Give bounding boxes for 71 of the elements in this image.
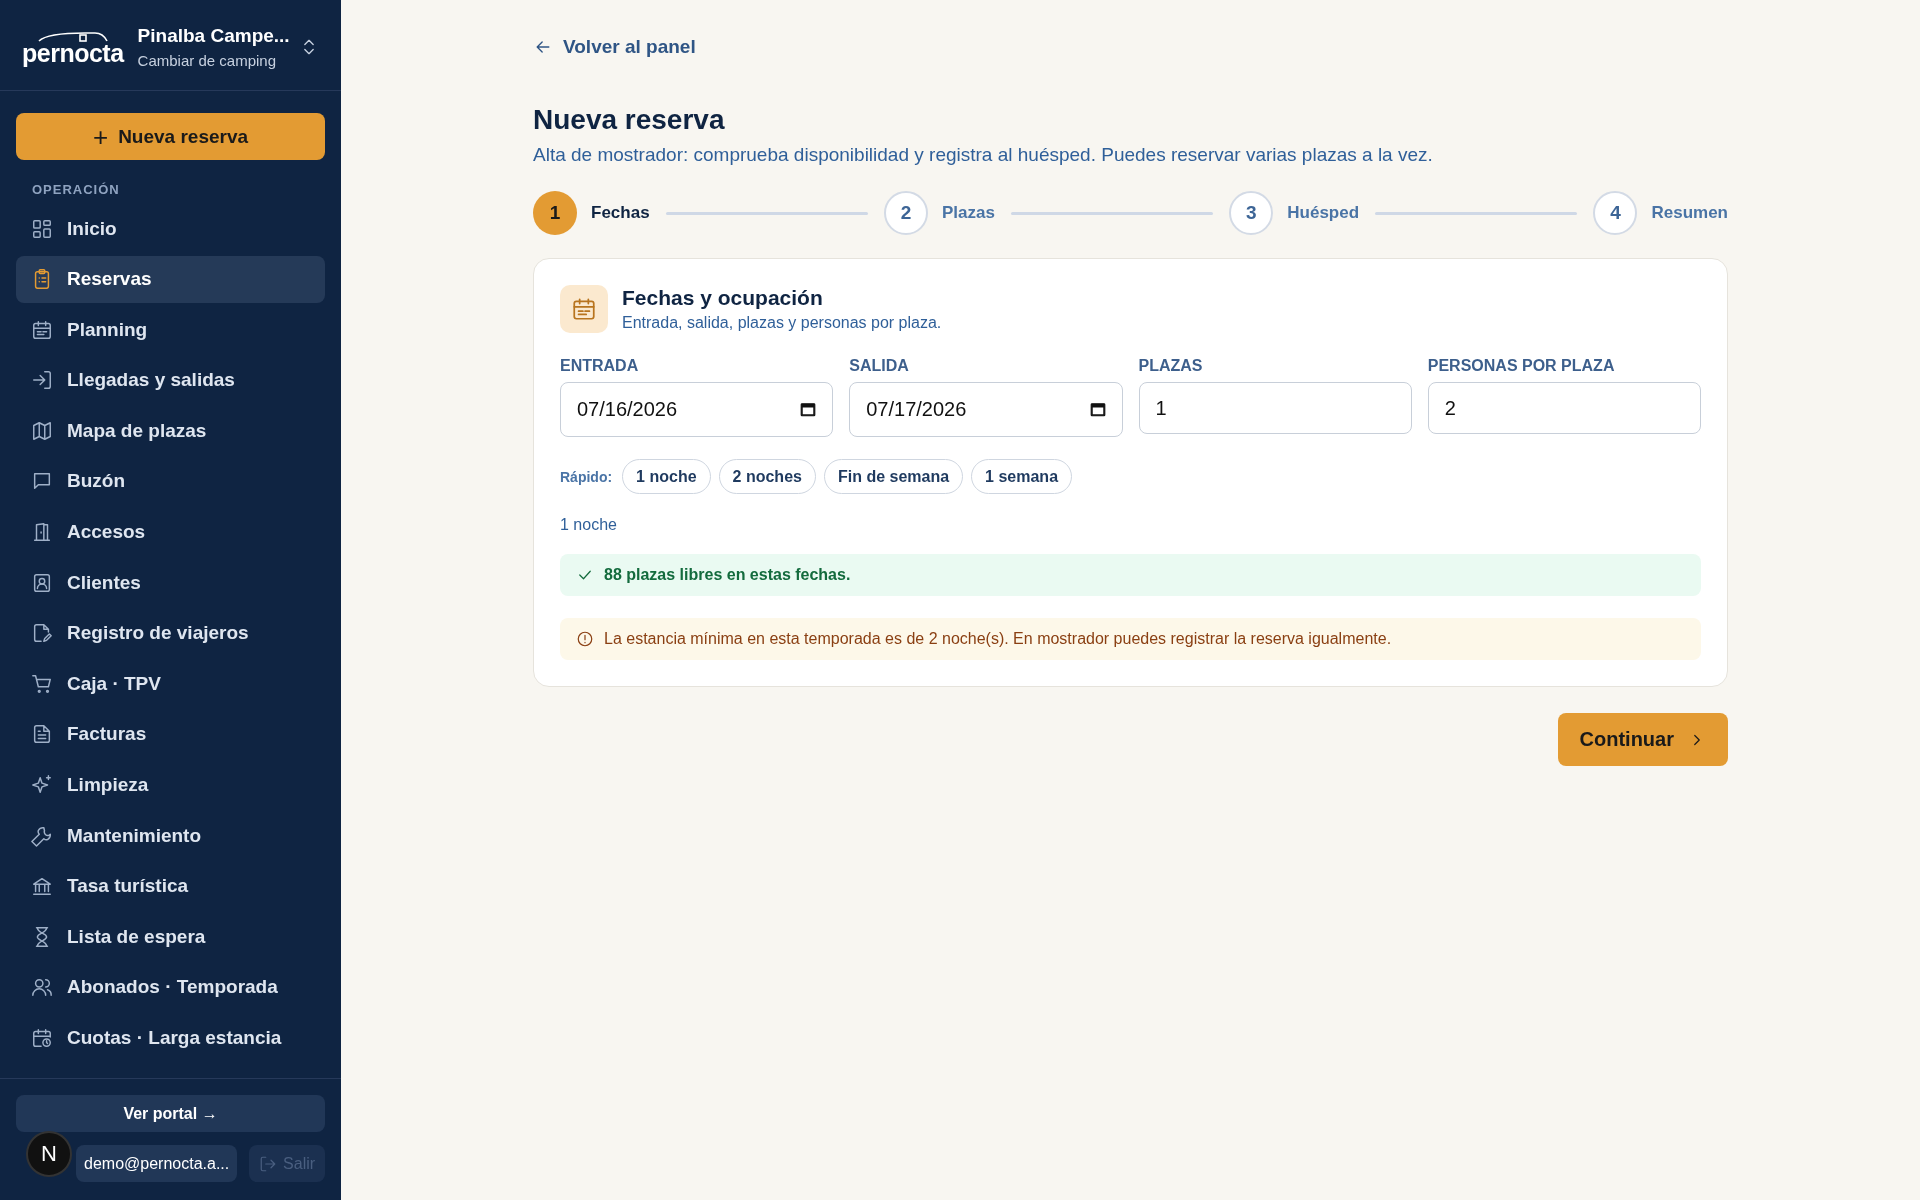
nav-item[interactable]: Cuotas · Larga estancia xyxy=(16,1014,325,1062)
new-booking-button[interactable]: + Nueva reserva xyxy=(16,113,325,160)
alert-text: La estancia mínima en esta temporada es de 2 noche(s). En mostrador puedes registrar la reserva igualmente. xyxy=(604,630,1392,648)
card-subtitle: Entrada, salida, plazas y personas por plaza. xyxy=(622,314,942,332)
nav-item[interactable]: Mantenimiento xyxy=(16,812,325,860)
alert-text: 88 plazas libres en estas fechas. xyxy=(604,566,851,584)
nav-item[interactable]: Planning xyxy=(16,306,325,354)
logout-icon xyxy=(259,1154,278,1173)
number-field[interactable]: 2 xyxy=(1427,382,1701,434)
quick-label: Rápido: xyxy=(560,468,613,485)
campsite-switch-label: Cambiar de camping xyxy=(137,52,277,69)
sign-in-icon xyxy=(31,369,53,392)
card-title: Fechas y ocupación xyxy=(622,286,824,310)
nav-item[interactable]: Lista de espera xyxy=(16,913,325,961)
step-label[interactable]: Plazas xyxy=(941,203,995,223)
date-field[interactable]: 07/16/2026 xyxy=(560,382,834,437)
nav-item[interactable]: Reservas xyxy=(16,255,325,303)
field-label: PERSONAS POR PLAZA xyxy=(1427,357,1616,375)
step-number[interactable]: 1 xyxy=(533,191,577,235)
section-heading: OPERACIÓN xyxy=(31,182,121,197)
nav-item[interactable]: Mapa de plazas xyxy=(16,407,325,455)
portal-button[interactable]: Ver portal → xyxy=(16,1095,325,1132)
nav-item[interactable]: Inicio xyxy=(16,205,325,252)
page-subtitle: Alta de mostrador: comprueba disponibilidad y registra al huésped. Puedes reservar varias plazas a la vez. xyxy=(533,144,1434,166)
dev-tools-badge[interactable]: N xyxy=(26,1131,72,1177)
back-link[interactable]: Volver al panel xyxy=(533,36,696,58)
nav-item[interactable]: Accesos xyxy=(16,508,325,556)
calendar-icon[interactable] xyxy=(799,400,818,418)
field-label: PLAZAS xyxy=(1138,357,1204,375)
nav-item[interactable]: Buzón xyxy=(16,457,325,505)
users-icon xyxy=(31,976,53,999)
quick-option-chip[interactable]: Fin de semana xyxy=(823,459,964,494)
calendar-icon xyxy=(31,318,53,341)
step-label[interactable]: Resumen xyxy=(1651,203,1728,223)
nav-item[interactable]: Llegadas y salidas xyxy=(16,356,325,404)
nav-item[interactable]: Caja · TPV xyxy=(16,660,325,708)
cart-icon xyxy=(31,672,53,695)
field-label: ENTRADA xyxy=(560,357,640,375)
nav-item[interactable]: Abonados · Temporada xyxy=(16,963,325,1011)
calendar-clock-icon xyxy=(31,1027,53,1049)
step-number[interactable]: 2 xyxy=(883,191,928,235)
step-number[interactable]: 4 xyxy=(1593,191,1638,235)
info-icon xyxy=(576,630,594,648)
quick-option-chip[interactable]: 1 noche xyxy=(622,459,711,494)
step-label[interactable]: Fechas xyxy=(591,203,650,223)
step-label[interactable]: Huésped xyxy=(1287,203,1360,223)
door-icon xyxy=(31,521,53,544)
document-edit-icon xyxy=(31,622,53,645)
nav-item[interactable]: Limpieza xyxy=(16,761,325,809)
nav-item[interactable]: Facturas xyxy=(16,710,325,758)
step-number[interactable]: 3 xyxy=(1229,191,1274,235)
date-field[interactable]: 07/17/2026 xyxy=(849,382,1123,437)
document-icon xyxy=(31,723,53,746)
field-label: SALIDA xyxy=(849,357,910,375)
wrench-icon xyxy=(31,824,53,847)
page-title: Nueva reserva xyxy=(533,104,726,136)
grid-icon xyxy=(31,217,53,240)
nav-item[interactable]: Registro de viajeros xyxy=(16,609,325,657)
map-icon xyxy=(31,419,53,442)
user-button[interactable]: demo@pernocta.a... xyxy=(76,1145,238,1182)
number-field[interactable]: 1 xyxy=(1138,382,1412,434)
quick-option-chip[interactable]: 1 semana xyxy=(971,459,1073,494)
nav-item[interactable]: Tasa turística xyxy=(16,862,325,910)
continue-button[interactable]: Continuar xyxy=(1557,713,1728,766)
bank-icon xyxy=(31,875,53,898)
nav-item[interactable]: Clientes xyxy=(16,559,325,607)
nights-count: 1 noche xyxy=(560,516,617,534)
quick-option-chip[interactable]: 2 noches xyxy=(718,459,816,494)
brand-logo: pernocta xyxy=(22,40,124,66)
contact-card-icon xyxy=(31,571,53,594)
calendar-icon xyxy=(560,285,608,333)
